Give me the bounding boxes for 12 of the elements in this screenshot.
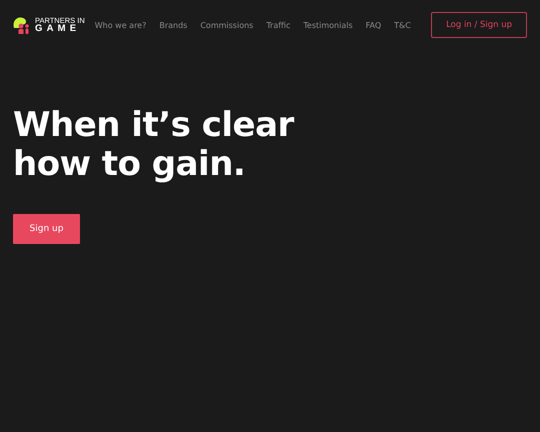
signup-button[interactable]: Sign up [13, 214, 80, 244]
nav-link[interactable]: Commissions [200, 20, 254, 30]
logo-text: GAME [35, 24, 82, 34]
nav-link[interactable]: Who we are? [94, 20, 146, 30]
nav-link[interactable]: Brands [159, 20, 188, 30]
nav-link[interactable]: T&C [394, 20, 411, 30]
nav-link[interactable]: FAQ [366, 20, 382, 30]
logo-icon [12, 16, 32, 34]
nav-link[interactable]: Traffic [266, 20, 290, 30]
nav-link[interactable]: Testimonials [303, 20, 353, 30]
headline: When it’s clear how to gain. [13, 106, 296, 184]
login-button[interactable]: Log in / Sign up [431, 12, 527, 38]
